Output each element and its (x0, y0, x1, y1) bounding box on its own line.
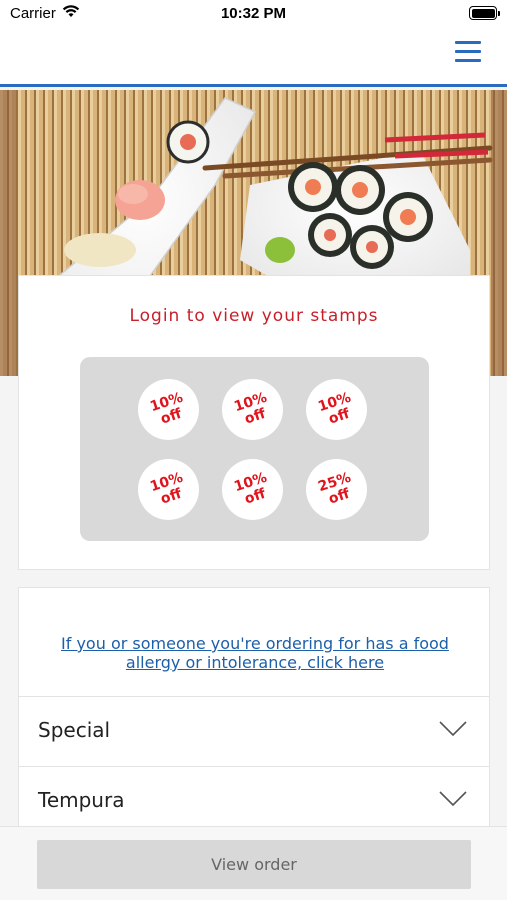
stamp-label: 10% off (147, 469, 185, 508)
category-row-special[interactable]: Special (19, 696, 489, 766)
bottom-bar: View order (0, 826, 507, 900)
stamp-login-prompt[interactable]: Login to view your stamps (19, 306, 489, 326)
hamburger-menu-icon[interactable] (455, 41, 483, 65)
stamp: 25% off (306, 459, 367, 520)
stamp-card: Login to view your stamps 10% off 10% of… (18, 275, 490, 570)
clock: 10:32 PM (220, 5, 287, 22)
stamp-label: 10% off (231, 469, 269, 508)
allergy-info-link[interactable]: If you or someone you're ordering for ha… (39, 634, 471, 672)
stamp: 10% off (138, 459, 199, 520)
stamp-label: 25% off (315, 469, 353, 508)
stamp-label: 10% off (147, 389, 185, 428)
status-bar: Carrier 10:32 PM (0, 0, 507, 30)
view-order-button[interactable]: View order (37, 840, 471, 889)
category-label: Tempura (38, 788, 125, 812)
category-label: Special (38, 718, 111, 742)
chevron-down-icon (439, 791, 467, 807)
stamp: 10% off (222, 459, 283, 520)
battery-icon (469, 6, 500, 20)
nav-bar (0, 30, 507, 87)
stamp: 10% off (306, 379, 367, 440)
stamp-label: 10% off (315, 389, 353, 428)
stamp-label: 10% off (231, 389, 269, 428)
chevron-down-icon (439, 721, 467, 737)
menu-card: If you or someone you're ordering for ha… (18, 587, 490, 827)
stamp: 10% off (222, 379, 283, 440)
stamp-grid: 10% off 10% off 10% off 10% off 10% off … (80, 357, 429, 541)
stamp: 10% off (138, 379, 199, 440)
